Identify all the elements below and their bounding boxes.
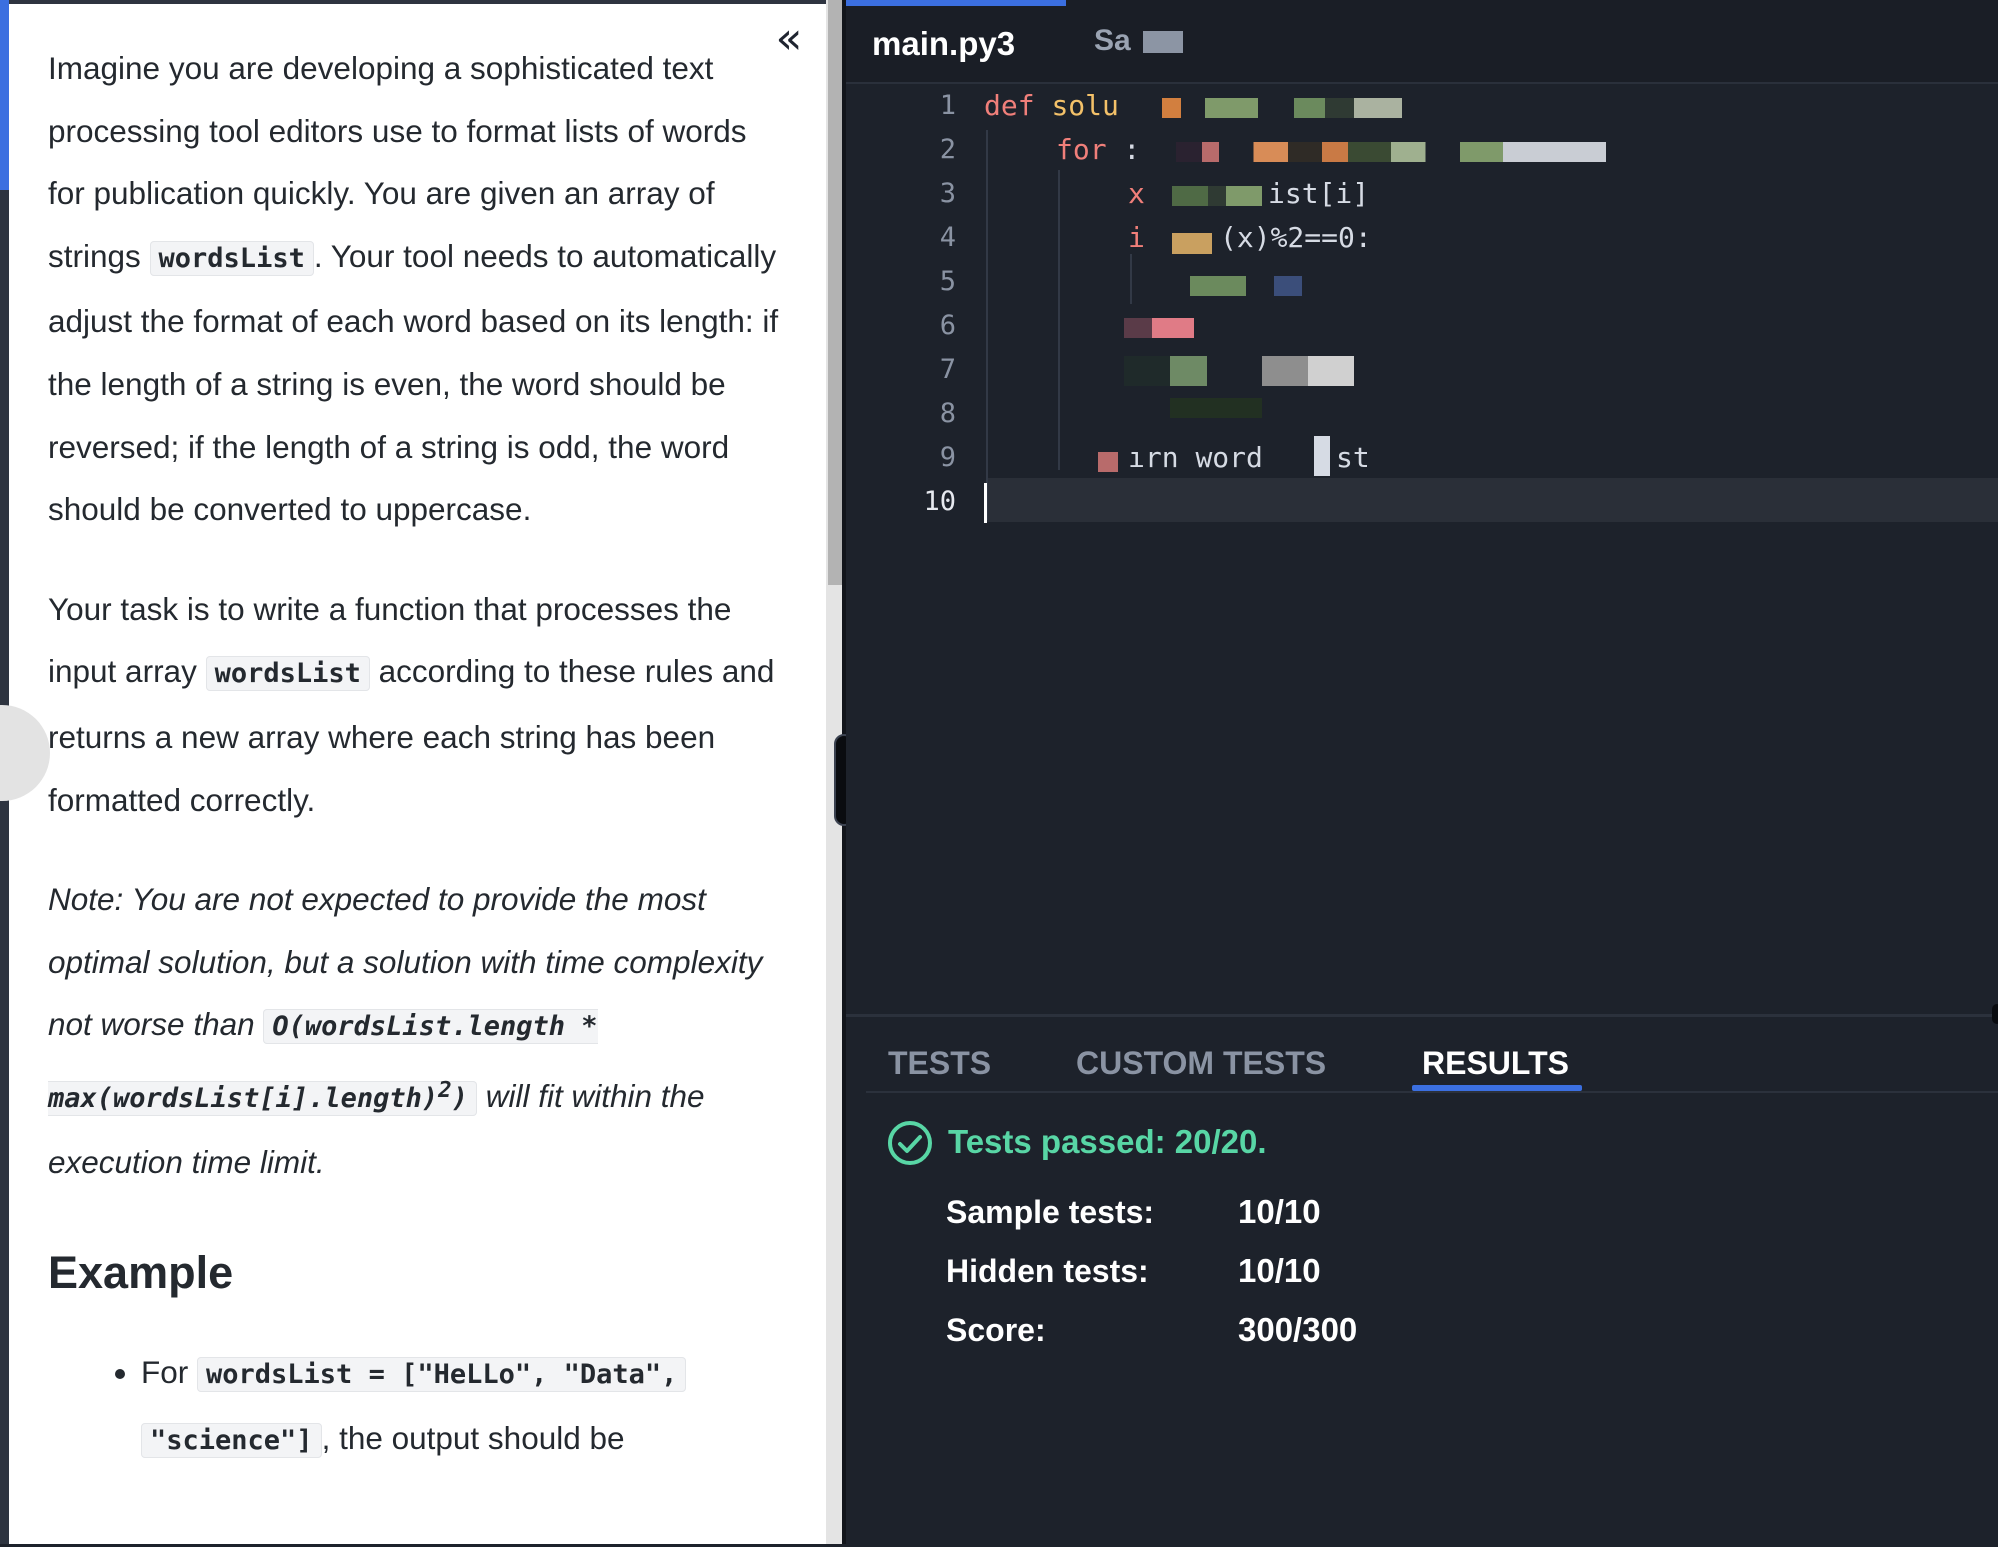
line-number: 7 bbox=[939, 354, 956, 385]
code-text: st bbox=[1336, 441, 1370, 474]
code-text: ist[i] bbox=[1268, 177, 1370, 210]
problem-description: Imagine you are developing a sophisticat… bbox=[48, 37, 788, 1472]
active-line-highlight bbox=[986, 478, 1998, 522]
tab-tests[interactable]: TESTS bbox=[888, 1033, 991, 1093]
redacted-block bbox=[1124, 356, 1354, 386]
check-circle-icon bbox=[888, 1121, 932, 1165]
task-paragraph: Your task is to write a function that pr… bbox=[48, 578, 788, 831]
left-edge-active-indicator bbox=[0, 0, 9, 190]
line-number: 1 bbox=[939, 90, 956, 121]
line-number: 10 bbox=[923, 486, 956, 517]
tab-label: Sa bbox=[1094, 24, 1131, 57]
description-paragraph: Imagine you are developing a sophisticat… bbox=[48, 37, 788, 541]
code-line: x bbox=[1128, 172, 1145, 216]
keyword: i bbox=[1128, 221, 1145, 254]
code-line: st bbox=[1336, 436, 1370, 480]
code-text: (x)%2==0: bbox=[1220, 221, 1372, 254]
panel-top-border bbox=[0, 0, 826, 4]
text: , the output should be bbox=[321, 1419, 625, 1456]
hidden-tests-value: 10/10 bbox=[1238, 1252, 1321, 1289]
note-paragraph: Note: You are not expected to provide th… bbox=[48, 868, 788, 1193]
scrollbar-thumb[interactable] bbox=[828, 0, 842, 585]
code-text: ırn bbox=[1128, 441, 1179, 474]
code-line: i bbox=[1128, 216, 1145, 260]
tab-main-file[interactable]: main.py3 bbox=[846, 0, 1066, 82]
redacted-block bbox=[1176, 142, 1606, 162]
code-line: for : bbox=[1056, 128, 1140, 172]
complexity-close: ) bbox=[451, 1082, 468, 1114]
line-number: 5 bbox=[939, 266, 956, 297]
expand-side-button[interactable] bbox=[0, 705, 50, 801]
code-line: (x)%2==0: bbox=[1220, 216, 1372, 260]
tab-results[interactable]: RESULTS bbox=[1422, 1033, 1569, 1093]
example-item: For wordsList = ["HeLLo", "Data", "scienc… bbox=[141, 1341, 788, 1472]
editor-panel: main.py3 Sa 1 2 3 4 5 6 7 8 9 10 def solu for : x… bbox=[846, 0, 1998, 1547]
score-value: 300/300 bbox=[1238, 1311, 1358, 1348]
code-line: def solu bbox=[984, 84, 1119, 128]
inline-code: wordsList = ["HeLLo", "Data", bbox=[197, 1357, 687, 1393]
keyword: for bbox=[1056, 133, 1107, 166]
redacted-block bbox=[1078, 452, 1118, 472]
tab-separator bbox=[866, 1091, 1998, 1093]
inline-code: wordsList bbox=[149, 240, 314, 276]
example-heading: Example bbox=[48, 1247, 234, 1299]
indent-guide bbox=[1130, 254, 1132, 304]
code-line: ırn word bbox=[1128, 436, 1263, 480]
code-line: ist[i] bbox=[1268, 172, 1369, 216]
tab-custom-tests[interactable]: CUSTOM TESTS bbox=[1076, 1033, 1326, 1093]
text-cursor bbox=[984, 483, 987, 523]
redacted-block bbox=[1124, 318, 1194, 338]
redacted-block bbox=[1142, 31, 1183, 54]
tests-passed-text: Tests passed: 20/20. bbox=[948, 1123, 1267, 1160]
indent-guide bbox=[1058, 170, 1060, 470]
editor-tab-bar: main.py3 Sa bbox=[846, 0, 1998, 84]
line-number: 3 bbox=[939, 178, 956, 209]
text: . Your tool needs to automatically adjus… bbox=[48, 237, 779, 528]
redacted-block bbox=[1172, 186, 1262, 206]
sample-tests-label: Sample tests: bbox=[946, 1194, 1155, 1230]
line-number: 2 bbox=[939, 134, 956, 165]
line-number: 9 bbox=[939, 442, 956, 473]
sample-tests-value: 10/10 bbox=[1238, 1193, 1321, 1230]
function-name: solu bbox=[1051, 89, 1119, 122]
active-tab-underline bbox=[1412, 1085, 1582, 1091]
inline-code: wordsList bbox=[205, 656, 370, 692]
redacted-block bbox=[1290, 436, 1330, 476]
indent-guide bbox=[986, 130, 988, 520]
tab-second-file[interactable]: Sa bbox=[1094, 0, 1183, 82]
keyword: def bbox=[984, 89, 1035, 122]
problem-panel: « Imagine you are developing a sophistic… bbox=[0, 0, 826, 1544]
redacted-block bbox=[1124, 398, 1354, 418]
text: For bbox=[141, 1354, 198, 1391]
results-panel: TESTS CUSTOM TESTS RESULTS Tests passed:… bbox=[846, 1014, 1998, 1547]
score-label: Score: bbox=[946, 1312, 1046, 1348]
code-text: word bbox=[1195, 441, 1263, 474]
redacted-block bbox=[1172, 224, 1212, 254]
example-list: For wordsList = ["HeLLo", "Data", "scienc… bbox=[48, 1341, 788, 1472]
line-number: 8 bbox=[939, 398, 956, 429]
code-editor[interactable]: 1 2 3 4 5 6 7 8 9 10 def solu for : x ist[i] i (x… bbox=[846, 84, 1998, 1014]
redacted-block bbox=[1162, 98, 1402, 118]
complexity-exponent: 2 bbox=[438, 1076, 452, 1103]
redacted-block bbox=[1190, 276, 1330, 296]
line-number: 4 bbox=[939, 222, 956, 253]
inline-code: "science"] bbox=[141, 1422, 322, 1458]
line-number: 6 bbox=[939, 310, 956, 341]
code-text: x bbox=[1128, 177, 1145, 210]
hidden-tests-label: Hidden tests: bbox=[946, 1253, 1149, 1289]
panel-resize-dot[interactable] bbox=[1992, 1004, 1998, 1024]
code-text: : bbox=[1106, 133, 1141, 166]
